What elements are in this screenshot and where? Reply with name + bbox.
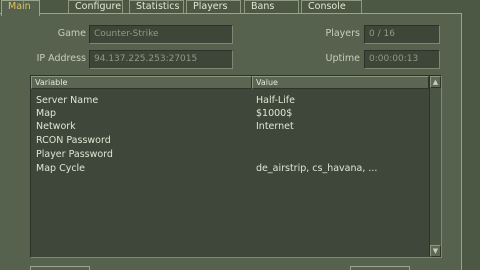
game-field[interactable]: Counter-Strike bbox=[89, 25, 233, 44]
footer-left-button[interactable] bbox=[30, 266, 90, 270]
variable-cell: Player Password bbox=[36, 149, 113, 160]
uptime-field[interactable]: 0:00:00:13 bbox=[364, 50, 440, 69]
tab-main[interactable]: Main bbox=[1, 0, 40, 16]
uptime-label: Uptime bbox=[325, 53, 360, 64]
variable-cell: Map bbox=[36, 108, 57, 119]
value-cell: Half-Life bbox=[256, 95, 295, 106]
table-row[interactable]: RCON Password bbox=[31, 134, 429, 147]
table-row[interactable]: Network Internet bbox=[31, 120, 429, 133]
variable-cell: RCON Password bbox=[36, 135, 111, 146]
table-row[interactable]: Player Password bbox=[31, 148, 429, 161]
list-header: Variable Value bbox=[31, 76, 429, 89]
scroll-down-icon[interactable]: ▼ bbox=[430, 245, 441, 257]
players-field[interactable]: 0 / 16 bbox=[364, 25, 440, 44]
scroll-up-icon[interactable]: ▲ bbox=[430, 76, 441, 88]
column-header-value[interactable]: Value bbox=[252, 76, 429, 89]
tab-bans[interactable]: Bans bbox=[244, 0, 299, 13]
table-row[interactable]: Map $1000$ bbox=[31, 107, 429, 120]
ip-address-field[interactable]: 94.137.225.253:27015 bbox=[89, 50, 233, 69]
tab-console[interactable]: Console bbox=[301, 0, 362, 13]
tab-statistics[interactable]: Statistics bbox=[129, 0, 184, 13]
tab-configure[interactable]: Configure bbox=[68, 0, 123, 13]
value-cell: de_airstrip, cs_havana, ... bbox=[256, 163, 378, 174]
footer-right-button[interactable] bbox=[350, 266, 410, 270]
vertical-scrollbar[interactable]: ▲ ▼ bbox=[429, 76, 441, 257]
game-label: Game bbox=[57, 28, 86, 39]
server-variables-list[interactable]: Variable Value Server Name Half-Life Map… bbox=[30, 75, 442, 258]
table-row[interactable]: Map Cycle de_airstrip, cs_havana, ... bbox=[31, 162, 429, 175]
players-label: Players bbox=[325, 28, 360, 39]
variable-cell: Map Cycle bbox=[36, 163, 86, 174]
value-cell: $1000$ bbox=[256, 108, 293, 119]
variable-cell: Server Name bbox=[36, 95, 99, 106]
ip-address-label: IP Address bbox=[36, 53, 86, 64]
table-row[interactable]: Server Name Half-Life bbox=[31, 94, 429, 107]
column-header-variable[interactable]: Variable bbox=[31, 76, 252, 89]
value-cell: Internet bbox=[256, 121, 294, 132]
tab-players[interactable]: Players bbox=[186, 0, 241, 13]
variable-cell: Network bbox=[36, 121, 76, 132]
